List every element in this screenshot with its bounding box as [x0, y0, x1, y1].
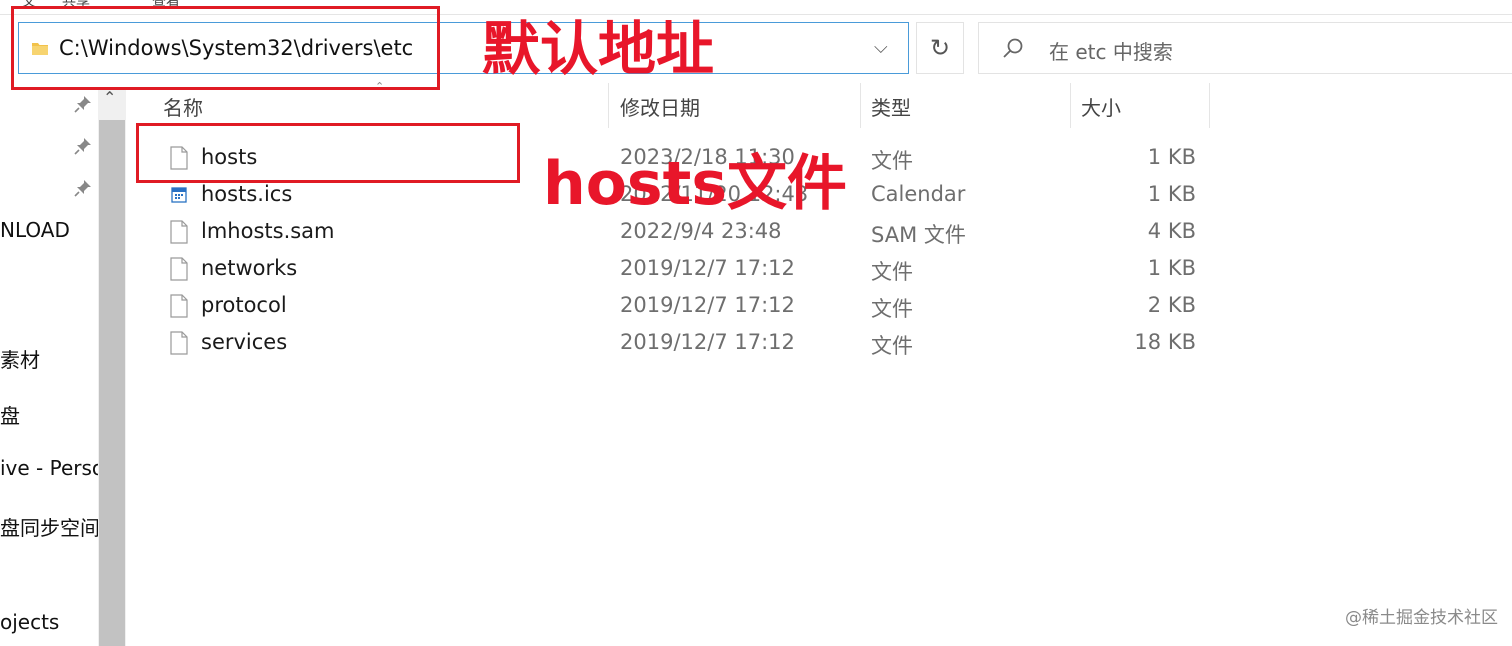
blank-file-icon [170, 294, 188, 318]
watermark: @稀土掘金技术社区 [1345, 608, 1498, 628]
column-header-type[interactable]: 类型 [871, 92, 911, 121]
refresh-button[interactable]: ↻ [916, 22, 964, 74]
file-date: 2022/9/4 23:48 [620, 219, 782, 243]
file-name[interactable]: lmhosts.sam [201, 219, 335, 243]
file-type: 文件 [871, 149, 913, 173]
file-name[interactable]: services [201, 330, 287, 354]
file-size: 18 KB [1134, 330, 1196, 354]
file-row[interactable]: protocol 2019/12/7 17:12 文件 2 KB [135, 288, 1215, 325]
annotation-box-address [11, 6, 440, 90]
file-name[interactable]: protocol [201, 293, 287, 317]
pin-icon [74, 96, 91, 113]
blank-file-icon [170, 331, 188, 355]
column-header-date[interactable]: 修改日期 [620, 92, 700, 121]
nav-item-materials[interactable]: 素材 [0, 344, 40, 373]
search-box[interactable]: 在 etc 中搜索 [978, 22, 1512, 74]
scroll-up-icon[interactable]: ⌃ [103, 88, 116, 107]
file-type: Calendar [871, 182, 966, 206]
blank-file-icon [170, 220, 188, 244]
column-divider[interactable] [608, 83, 609, 128]
search-input[interactable]: 在 etc 中搜索 [1049, 36, 1173, 65]
file-type: 文件 [871, 334, 913, 358]
column-divider[interactable] [1070, 83, 1071, 128]
annotation-label-hosts-file: hosts文件 [543, 149, 848, 219]
file-name[interactable]: networks [201, 256, 297, 280]
nav-item-onedrive[interactable]: ive - Perso [0, 456, 104, 480]
column-header-size[interactable]: 大小 [1081, 92, 1121, 121]
calendar-file-icon [171, 187, 187, 203]
file-type: SAM 文件 [871, 223, 966, 247]
file-date: 2019/12/7 17:12 [620, 330, 795, 354]
annotation-box-hosts [136, 123, 520, 183]
file-row[interactable]: networks 2019/12/7 17:12 文件 1 KB [135, 251, 1215, 288]
nav-item-download[interactable]: NLOAD [0, 218, 70, 242]
file-row[interactable]: services 2019/12/7 17:12 文件 18 KB [135, 325, 1215, 362]
file-size: 1 KB [1147, 145, 1196, 169]
column-divider[interactable] [1209, 83, 1210, 128]
column-divider[interactable] [860, 83, 861, 128]
file-size: 2 KB [1147, 293, 1196, 317]
file-size: 4 KB [1147, 219, 1196, 243]
file-size: 1 KB [1147, 182, 1196, 206]
chevron-down-icon[interactable]: ⌵ [874, 37, 888, 58]
column-header-name[interactable]: 名称 [163, 92, 203, 121]
annotation-label-default-address: 默认地址 [482, 15, 715, 83]
nav-item-sync-space[interactable]: 盘同步空间 [0, 512, 100, 541]
blank-file-icon [170, 257, 188, 281]
nav-scrollbar-thumb[interactable] [99, 120, 125, 646]
file-type: 文件 [871, 297, 913, 321]
file-size: 1 KB [1147, 256, 1196, 280]
nav-item-disk[interactable]: 盘 [0, 400, 20, 429]
nav-item-3d-objects[interactable]: ojects [0, 610, 59, 634]
file-date: 2019/12/7 17:12 [620, 256, 795, 280]
pin-icon [74, 180, 91, 197]
search-icon [1003, 38, 1023, 58]
file-date: 2019/12/7 17:12 [620, 293, 795, 317]
pin-icon [74, 138, 91, 155]
file-name[interactable]: hosts.ics [201, 182, 292, 206]
file-type: 文件 [871, 260, 913, 284]
